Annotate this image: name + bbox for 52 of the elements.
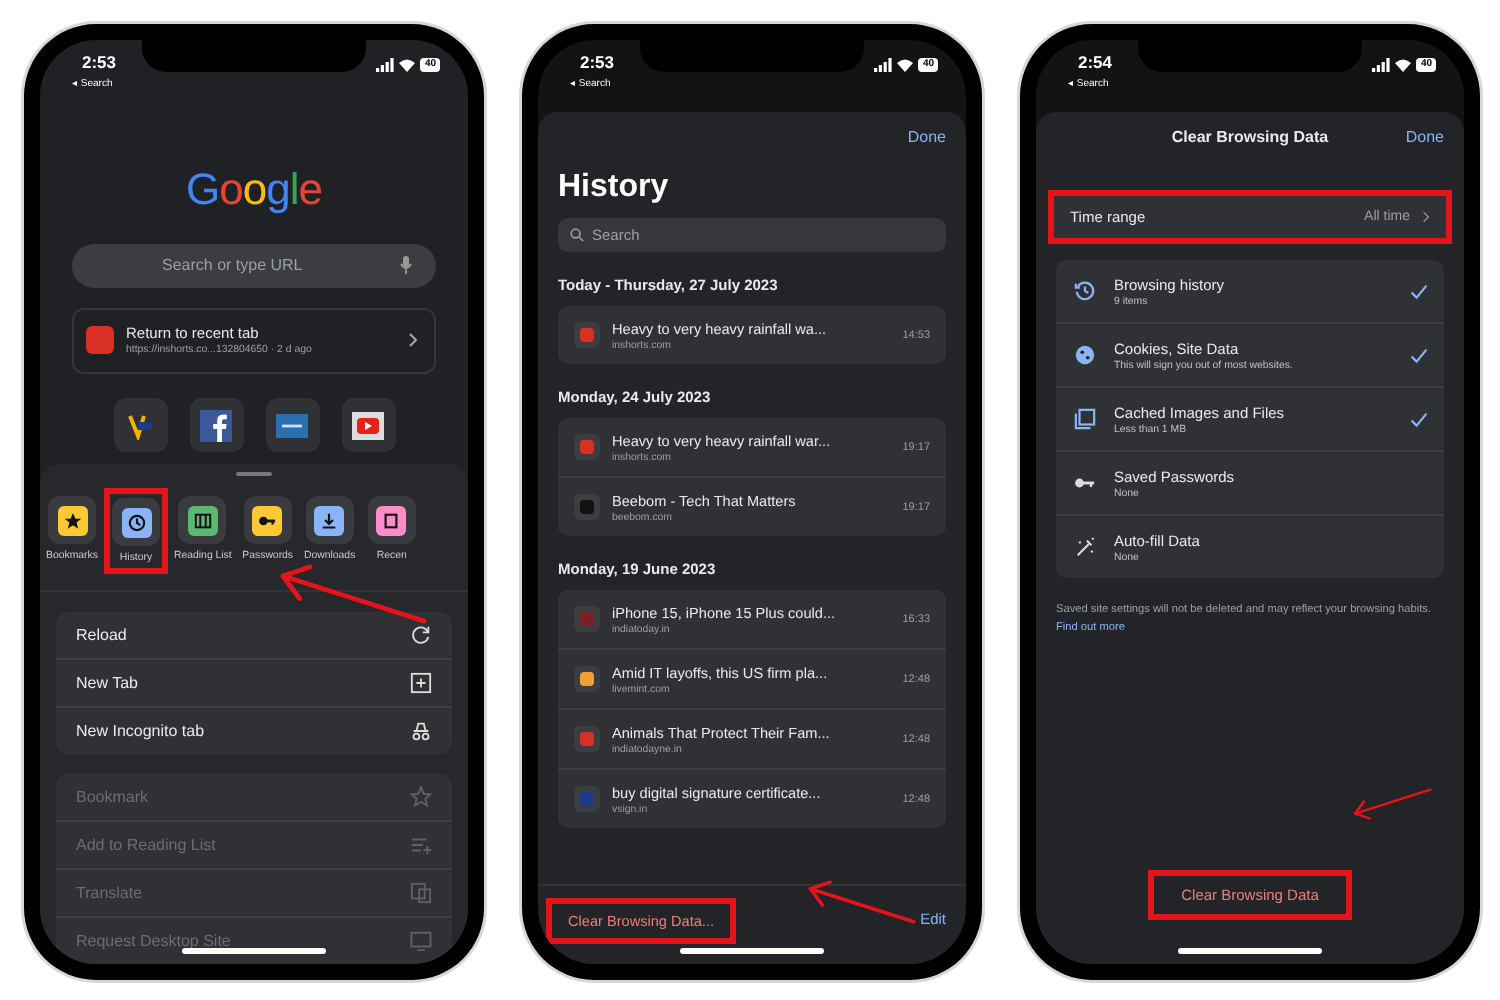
chevron-right-icon bbox=[408, 332, 418, 349]
menu-item[interactable]: New Tab bbox=[56, 660, 452, 708]
home-indicator bbox=[182, 948, 326, 954]
page-title: Clear Browsing Data bbox=[1171, 128, 1329, 146]
home-indicator bbox=[1178, 948, 1322, 954]
bookmark-icon bbox=[410, 786, 432, 808]
status-time: 2:53 bbox=[80, 52, 117, 72]
google-logo: Google bbox=[185, 164, 322, 216]
search-field[interactable]: Search or type URL bbox=[72, 244, 436, 288]
status-time: 2:54 bbox=[1076, 52, 1113, 72]
done-button[interactable]: Done bbox=[1405, 128, 1444, 146]
wifi-icon bbox=[896, 58, 915, 72]
site-favicon bbox=[86, 326, 114, 355]
signal-icon bbox=[376, 58, 395, 72]
recent-icon bbox=[382, 511, 401, 529]
desktop-icon bbox=[410, 930, 432, 952]
signal-icon bbox=[1372, 58, 1391, 72]
wifi-icon bbox=[1394, 58, 1413, 72]
home-indicator bbox=[680, 948, 824, 954]
passwords-icon bbox=[258, 511, 277, 529]
menu-item[interactable]: Reload bbox=[56, 612, 452, 660]
page-title: History bbox=[558, 170, 671, 206]
sheet-handle[interactable] bbox=[236, 472, 272, 476]
status-time: 2:53 bbox=[578, 52, 615, 72]
menu-item[interactable]: New Incognito tab bbox=[56, 708, 452, 754]
wifi-icon bbox=[398, 58, 417, 72]
facebook-icon bbox=[200, 409, 232, 441]
microphone-icon[interactable] bbox=[400, 256, 412, 275]
history-icon bbox=[127, 513, 145, 531]
signal-icon bbox=[874, 58, 893, 72]
incognito-icon bbox=[410, 720, 432, 742]
reading-list-add-icon bbox=[410, 834, 432, 856]
shortcut-tile[interactable] bbox=[189, 398, 243, 452]
shortcut-tile[interactable] bbox=[265, 398, 319, 452]
chevron-right-icon bbox=[1422, 210, 1430, 224]
site-logo-icon bbox=[276, 413, 308, 437]
cookies-icon bbox=[1074, 344, 1096, 366]
bookmarks-icon bbox=[63, 511, 81, 529]
reload-icon bbox=[410, 624, 432, 646]
downloads-icon bbox=[320, 511, 339, 529]
search-icon bbox=[570, 228, 584, 242]
site-logo-icon bbox=[126, 411, 154, 439]
history-icon bbox=[1074, 280, 1096, 302]
autofill-icon bbox=[1074, 536, 1096, 558]
shortcut-tile[interactable] bbox=[341, 398, 395, 452]
cache-icon bbox=[1074, 408, 1096, 430]
arrow-icon bbox=[806, 876, 916, 928]
new-tab-icon bbox=[410, 672, 432, 694]
video-play-icon bbox=[352, 411, 384, 439]
translate-icon bbox=[410, 882, 432, 904]
done-button[interactable]: Done bbox=[907, 128, 946, 146]
shortcut-tile[interactable] bbox=[113, 398, 167, 452]
